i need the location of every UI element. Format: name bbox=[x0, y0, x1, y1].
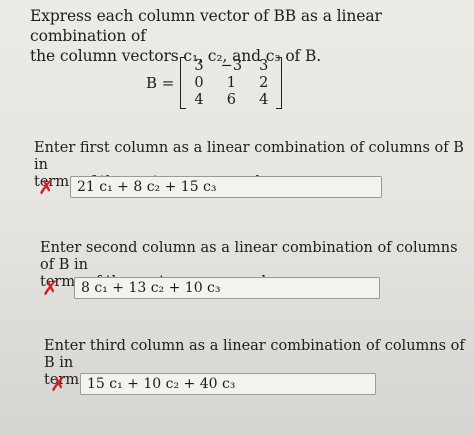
matrix-cell: −3 bbox=[220, 58, 243, 74]
matrix-cell: 1 bbox=[226, 75, 236, 91]
matrix-b: B = 3 −3 3 0 1 2 4 6 4 bbox=[146, 57, 283, 109]
answer-1-value: 21 c₁ + 8 c₂ + 15 c₃ bbox=[77, 179, 217, 195]
matrix-left-bracket bbox=[180, 57, 187, 109]
matrix-cell: 2 bbox=[259, 75, 269, 91]
matrix-label: B = bbox=[146, 74, 175, 92]
answer-3-input[interactable]: 15 c₁ + 10 c₂ + 40 c₃ bbox=[80, 373, 376, 395]
matrix-right-bracket bbox=[276, 57, 283, 109]
incorrect-x-icon: ✗ bbox=[42, 276, 59, 300]
problem-page: Express each column vector of BB as a li… bbox=[0, 0, 474, 436]
question-1-line-1: Enter first column as a linear combinati… bbox=[34, 140, 464, 173]
answer-2-value: 8 c₁ + 13 c₂ + 10 c₃ bbox=[81, 280, 221, 296]
answer-row-3: ✗ 15 c₁ + 10 c₂ + 40 c₃ bbox=[50, 373, 376, 395]
matrix-cell: 3 bbox=[194, 58, 204, 74]
matrix-grid: 3 −3 3 0 1 2 4 6 4 bbox=[192, 58, 270, 109]
answer-row-2: ✗ 8 c₁ + 13 c₂ + 10 c₃ bbox=[42, 277, 380, 299]
matrix-cell: 3 bbox=[259, 58, 269, 74]
incorrect-x-icon: ✗ bbox=[50, 372, 67, 396]
answer-1-input[interactable]: 21 c₁ + 8 c₂ + 15 c₃ bbox=[70, 176, 382, 198]
answer-2-input[interactable]: 8 c₁ + 13 c₂ + 10 c₃ bbox=[74, 277, 380, 299]
question-3-line-1: Enter third column as a linear combinati… bbox=[44, 338, 465, 371]
matrix-cell: 4 bbox=[259, 92, 269, 108]
question-2-line-1: Enter second column as a linear combinat… bbox=[40, 240, 458, 273]
matrix-cell: 4 bbox=[194, 92, 204, 108]
matrix-cell: 0 bbox=[194, 75, 204, 91]
answer-3-value: 15 c₁ + 10 c₂ + 40 c₃ bbox=[87, 376, 236, 392]
prompt-line-1: Express each column vector of BB as a li… bbox=[30, 7, 382, 45]
matrix-cell: 6 bbox=[226, 92, 236, 108]
incorrect-x-icon: ✗ bbox=[38, 175, 55, 199]
answer-row-1: ✗ 21 c₁ + 8 c₂ + 15 c₃ bbox=[38, 176, 382, 198]
